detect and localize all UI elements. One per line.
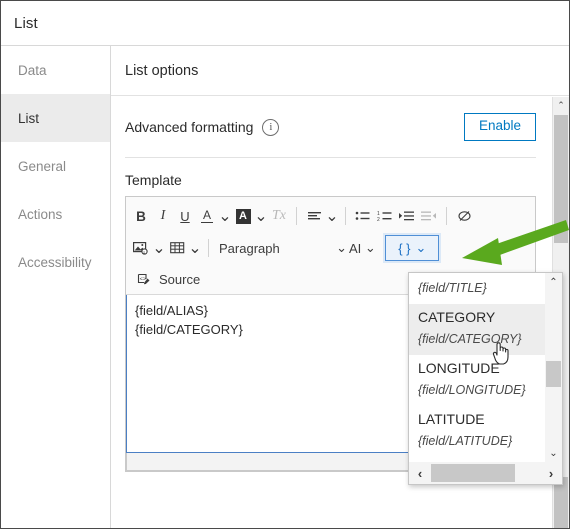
dropdown-hscroll-track[interactable] <box>431 462 540 484</box>
source-button-label[interactable]: Source <box>159 272 200 287</box>
italic-button[interactable]: I <box>152 204 174 228</box>
highlight-color-caret-icon[interactable]: ⌄ <box>254 204 268 228</box>
window-title: List <box>14 14 38 32</box>
table-button[interactable] <box>166 236 188 260</box>
source-code-icon[interactable]: <> <box>132 267 154 291</box>
field-list-item-category[interactable]: CATEGORY {field/CATEGORY} <box>409 303 545 355</box>
chevron-down-icon: ⌄ <box>415 240 427 255</box>
template-label: Template <box>125 172 182 188</box>
paragraph-format-select[interactable]: Paragraph ⌄ <box>215 236 349 260</box>
font-color-letter: A <box>202 207 211 222</box>
font-color-caret-icon[interactable]: ⌄ <box>218 204 232 228</box>
editor-toolbar-row-2: s ⌄ ⌄ Paragraph ⌄ AI ⌄ {} ⌄ <box>126 232 535 264</box>
field-name: CATEGORY <box>418 308 496 325</box>
sidebar-item-data[interactable]: Data <box>1 46 110 94</box>
toolbar-separator <box>208 239 209 257</box>
increase-indent-button[interactable] <box>396 204 418 228</box>
dropdown-vertical-scrollbar[interactable]: ⌃ ⌄ <box>545 273 562 462</box>
bold-button[interactable]: B <box>130 204 152 228</box>
increase-indent-icon <box>399 211 414 220</box>
bulleted-list-button[interactable] <box>352 204 374 228</box>
sidebar-item-label: List <box>18 110 40 126</box>
enable-button[interactable]: Enable <box>463 113 536 141</box>
section-divider <box>125 157 536 158</box>
highlight-color-button[interactable]: A <box>232 204 254 228</box>
link-icon <box>457 211 471 221</box>
sidebar-item-label: Actions <box>18 206 63 222</box>
dropdown-scrollbar-thumb[interactable] <box>546 361 561 387</box>
scrollbar-thumb[interactable] <box>554 115 568 243</box>
field-list: TITLE {field/TITLE} CATEGORY {field/CATE… <box>409 273 545 462</box>
link-button[interactable] <box>453 204 475 228</box>
brace-label: { } <box>398 240 411 256</box>
svg-text:s: s <box>143 249 145 254</box>
scroll-up-arrow-icon[interactable]: ⌃ <box>553 97 569 114</box>
sidebar-item-list[interactable]: List <box>1 94 110 142</box>
remove-format-button[interactable]: Tx <box>268 204 290 228</box>
info-icon[interactable]: i <box>262 118 280 136</box>
sidebar-item-label: General <box>18 158 67 174</box>
settings-sidebar: Data List General Actions Accessibility <box>1 46 111 528</box>
sidebar-item-label: Accessibility <box>18 254 92 270</box>
toolbar-separator <box>446 207 447 225</box>
table-icon <box>169 242 184 254</box>
editor-toolbar-row-1: B I U A ⌄ A ⌄ Tx ⌄ 1 2 <box>126 197 535 232</box>
source-icon: <> <box>137 273 149 285</box>
field-expression: {field/CATEGORY} <box>418 331 522 346</box>
table-caret-icon[interactable]: ⌄ <box>188 236 202 260</box>
align-caret-icon[interactable]: ⌄ <box>325 204 339 228</box>
list-options-window: List Data List General Actions Accessibi… <box>0 0 570 529</box>
bulleted-list-icon <box>355 211 370 220</box>
image-caret-icon[interactable]: ⌄ <box>152 236 166 260</box>
ai-assistant-button[interactable]: AI ⌄ <box>349 236 377 260</box>
dropdown-hscrollbar-thumb[interactable] <box>431 464 515 482</box>
decrease-indent-button[interactable] <box>418 204 440 228</box>
field-list-item-latitude[interactable]: LATITUDE {field/LATITUDE} <box>409 406 545 457</box>
numbered-list-icon: 12 <box>377 211 392 223</box>
dropdown-scroll-up-icon[interactable]: ⌃ <box>545 273 562 291</box>
window-title-bar: List <box>1 1 569 46</box>
paragraph-format-value: Paragraph <box>219 240 280 256</box>
sidebar-item-accessibility[interactable]: Accessibility <box>1 238 110 286</box>
toolbar-separator <box>296 207 297 225</box>
align-left-icon <box>307 211 321 219</box>
sidebar-item-general[interactable]: General <box>1 142 110 190</box>
field-name: LONGITUDE <box>418 359 500 376</box>
field-list-item-title[interactable]: TITLE {field/TITLE} <box>409 273 545 304</box>
dropdown-scroll-left-icon[interactable]: ‹ <box>409 462 431 484</box>
brace-field-dropdown-button[interactable]: { } ⌄ <box>383 233 442 263</box>
image-button[interactable]: s <box>130 236 152 260</box>
advanced-formatting-label: Advanced formatting <box>125 119 254 135</box>
image-icon: s <box>133 242 148 255</box>
font-color-button[interactable]: A <box>196 204 218 228</box>
page-title: List options <box>125 62 199 79</box>
field-list-dropdown: TITLE {field/TITLE} CATEGORY {field/CATE… <box>408 272 563 485</box>
toolbar-separator <box>345 207 346 225</box>
svg-text:2: 2 <box>377 217 380 223</box>
sidebar-item-actions[interactable]: Actions <box>1 190 110 238</box>
dropdown-scroll-down-icon[interactable]: ⌄ <box>545 444 562 462</box>
ai-caret-icon: ⌄ <box>364 240 376 255</box>
main-panel-header: List options <box>111 46 569 96</box>
field-list-item-longitude[interactable]: LONGITUDE {field/LONGITUDE} <box>409 355 545 406</box>
chevron-down-icon: ⌄ <box>336 240 347 255</box>
decrease-indent-icon <box>421 211 436 220</box>
field-expression: {field/LONGITUDE} <box>418 382 526 397</box>
highlight-swatch: A <box>235 208 251 224</box>
numbered-list-button[interactable]: 12 <box>374 204 396 228</box>
align-button[interactable] <box>303 204 325 228</box>
field-expression: {field/TITLE} <box>418 280 487 295</box>
advanced-formatting-row: Advanced formatting i Enable <box>125 97 536 157</box>
ai-label: AI <box>349 240 362 256</box>
sidebar-item-label: Data <box>18 62 47 78</box>
dropdown-scroll-right-icon[interactable]: › <box>540 462 562 484</box>
field-name: LATITUDE <box>418 410 485 427</box>
underline-button[interactable]: U <box>174 204 196 228</box>
dropdown-horizontal-scrollbar[interactable]: ‹ › <box>409 462 562 484</box>
field-expression: {field/LATITUDE} <box>418 433 513 448</box>
